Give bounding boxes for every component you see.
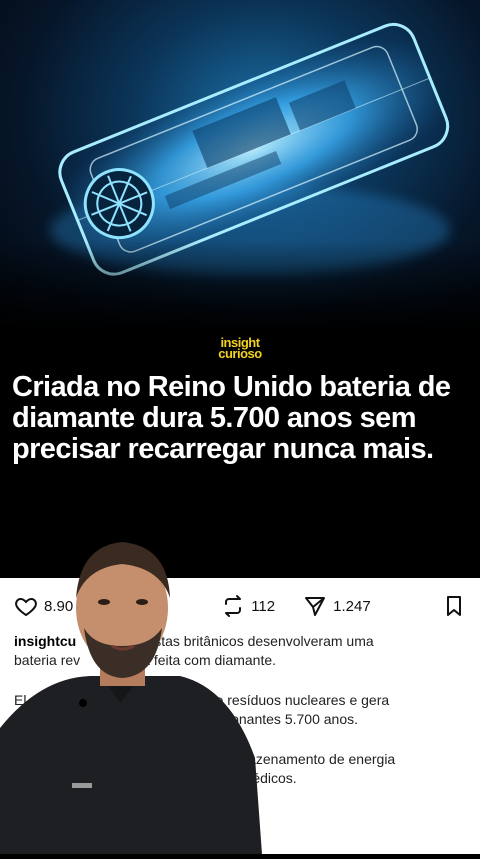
- presenter-figure: [0, 542, 262, 854]
- share-button[interactable]: 1.247: [303, 594, 371, 618]
- send-icon: [305, 597, 326, 616]
- brand-logo: insight curioso: [0, 336, 480, 363]
- article-headline: Criada no Reino Unido bateria de diamant…: [12, 371, 451, 465]
- brand-logo-line2: curioso: [218, 346, 262, 361]
- article-hero-image: [0, 0, 480, 330]
- share-count: 1.247: [333, 597, 371, 615]
- presenter-video-overlay: [0, 528, 270, 854]
- bookmark-button[interactable]: [442, 594, 466, 618]
- bookmark-icon: [447, 596, 461, 616]
